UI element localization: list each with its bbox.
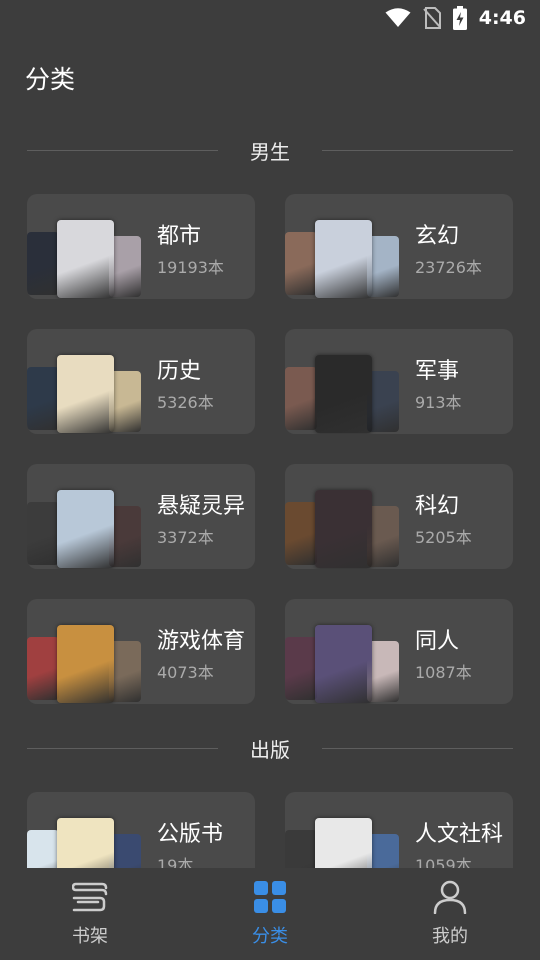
divider: [322, 748, 513, 749]
book-cover: [27, 232, 59, 295]
category-card[interactable]: 同人 1087本: [285, 599, 513, 704]
book-cover: [315, 355, 372, 433]
category-book-count: 19本: [157, 856, 194, 868]
category-name: 公版书: [157, 822, 224, 847]
category-book-count: 3372本: [157, 528, 214, 547]
no-sim-icon: [422, 7, 441, 29]
book-cover: [285, 830, 317, 868]
book-covers: [27, 220, 141, 298]
divider: [322, 150, 513, 151]
page-title: 分类: [25, 65, 76, 94]
book-cover: [315, 490, 372, 568]
category-book-count: 19193本: [157, 258, 224, 277]
category-list[interactable]: 男生都市 19193本 玄幻 23726本历史 5326本 军事 913本悬疑灵异 3372本…: [0, 120, 540, 868]
status-time: 4:46: [478, 7, 526, 29]
section-title: 出版: [250, 737, 290, 762]
book-cover: [285, 502, 317, 565]
book-covers: [285, 220, 399, 298]
category-grid: 都市 19193本 玄幻 23726本历史 5326本 军事 913本悬疑灵异 3372本 科幻…: [0, 180, 540, 704]
book-cover: [27, 637, 59, 700]
section-title: 男生: [250, 139, 290, 164]
category-book-count: 23726本: [415, 258, 482, 277]
category-grid: 公版书 19本 人文社科 1059本: [0, 778, 540, 868]
nav-label-bookshelf: 书架: [72, 926, 108, 947]
book-covers: [27, 355, 141, 433]
category-card[interactable]: 历史 5326本: [27, 329, 255, 434]
category-book-count: 913本: [415, 393, 462, 412]
book-cover: [57, 818, 114, 868]
nav-item-bookshelf[interactable]: 书架: [30, 880, 150, 948]
book-cover: [27, 502, 59, 565]
category-name: 同人: [415, 629, 460, 654]
category-card[interactable]: 人文社科 1059本: [285, 792, 513, 868]
book-cover: [57, 625, 114, 703]
book-cover: [315, 625, 372, 703]
status-bar: 4:46: [0, 0, 540, 36]
nav-label-profile: 我的: [432, 926, 468, 947]
section-1: 出版公版书 19本 人文社科 1059本: [0, 718, 540, 868]
category-name: 都市: [157, 224, 202, 249]
book-cover: [315, 220, 372, 298]
nav-item-profile[interactable]: 我的: [390, 880, 510, 948]
nav-item-category[interactable]: 分类: [210, 880, 330, 948]
category-card[interactable]: 悬疑灵异 3372本: [27, 464, 255, 569]
book-cover: [27, 367, 59, 430]
category-card[interactable]: 游戏体育 4073本: [27, 599, 255, 704]
bookshelf-icon: [71, 880, 108, 918]
book-cover: [285, 637, 317, 700]
category-book-count: 5205本: [415, 528, 472, 547]
category-name: 历史: [157, 359, 202, 384]
divider: [27, 150, 218, 151]
wifi-icon: [385, 8, 411, 28]
divider: [27, 748, 218, 749]
category-book-count: 5326本: [157, 393, 214, 412]
category-card[interactable]: 科幻 5205本: [285, 464, 513, 569]
profile-icon: [433, 880, 467, 918]
book-cover: [57, 490, 114, 568]
section-0: 男生都市 19193本 玄幻 23726本历史 5326本 军事 913本悬疑灵异 3372本…: [0, 120, 540, 704]
book-covers: [285, 625, 399, 703]
category-card[interactable]: 玄幻 23726本: [285, 194, 513, 299]
category-name: 玄幻: [415, 224, 460, 249]
book-cover: [57, 355, 114, 433]
sections: 男生都市 19193本 玄幻 23726本历史 5326本 军事 913本悬疑灵异 3372本…: [0, 120, 540, 868]
book-covers: [285, 490, 399, 568]
category-name: 游戏体育: [157, 629, 246, 654]
category-name: 军事: [415, 359, 460, 384]
book-covers: [27, 818, 141, 868]
category-book-count: 4073本: [157, 663, 214, 682]
bottom-nav: 书架 分类 我的: [0, 868, 540, 960]
book-cover: [285, 232, 317, 295]
book-covers: [27, 625, 141, 703]
category-card[interactable]: 公版书 19本: [27, 792, 255, 868]
nav-label-category: 分类: [252, 926, 288, 947]
book-covers: [27, 490, 141, 568]
category-card[interactable]: 都市 19193本: [27, 194, 255, 299]
category-name: 人文社科: [415, 822, 504, 847]
category-name: 悬疑灵异: [157, 494, 246, 519]
book-cover: [315, 818, 372, 868]
book-cover: [27, 830, 59, 868]
category-book-count: 1059本: [415, 856, 472, 868]
category-book-count: 1087本: [415, 663, 472, 682]
book-covers: [285, 355, 399, 433]
section-header: 出版: [0, 718, 540, 778]
battery-charging-icon: [452, 6, 467, 30]
category-grid-icon: [253, 880, 287, 918]
category-card[interactable]: 军事 913本: [285, 329, 513, 434]
category-name: 科幻: [415, 494, 460, 519]
book-cover: [285, 367, 317, 430]
book-covers: [285, 818, 399, 868]
section-header: 男生: [0, 120, 540, 180]
book-cover: [57, 220, 114, 298]
